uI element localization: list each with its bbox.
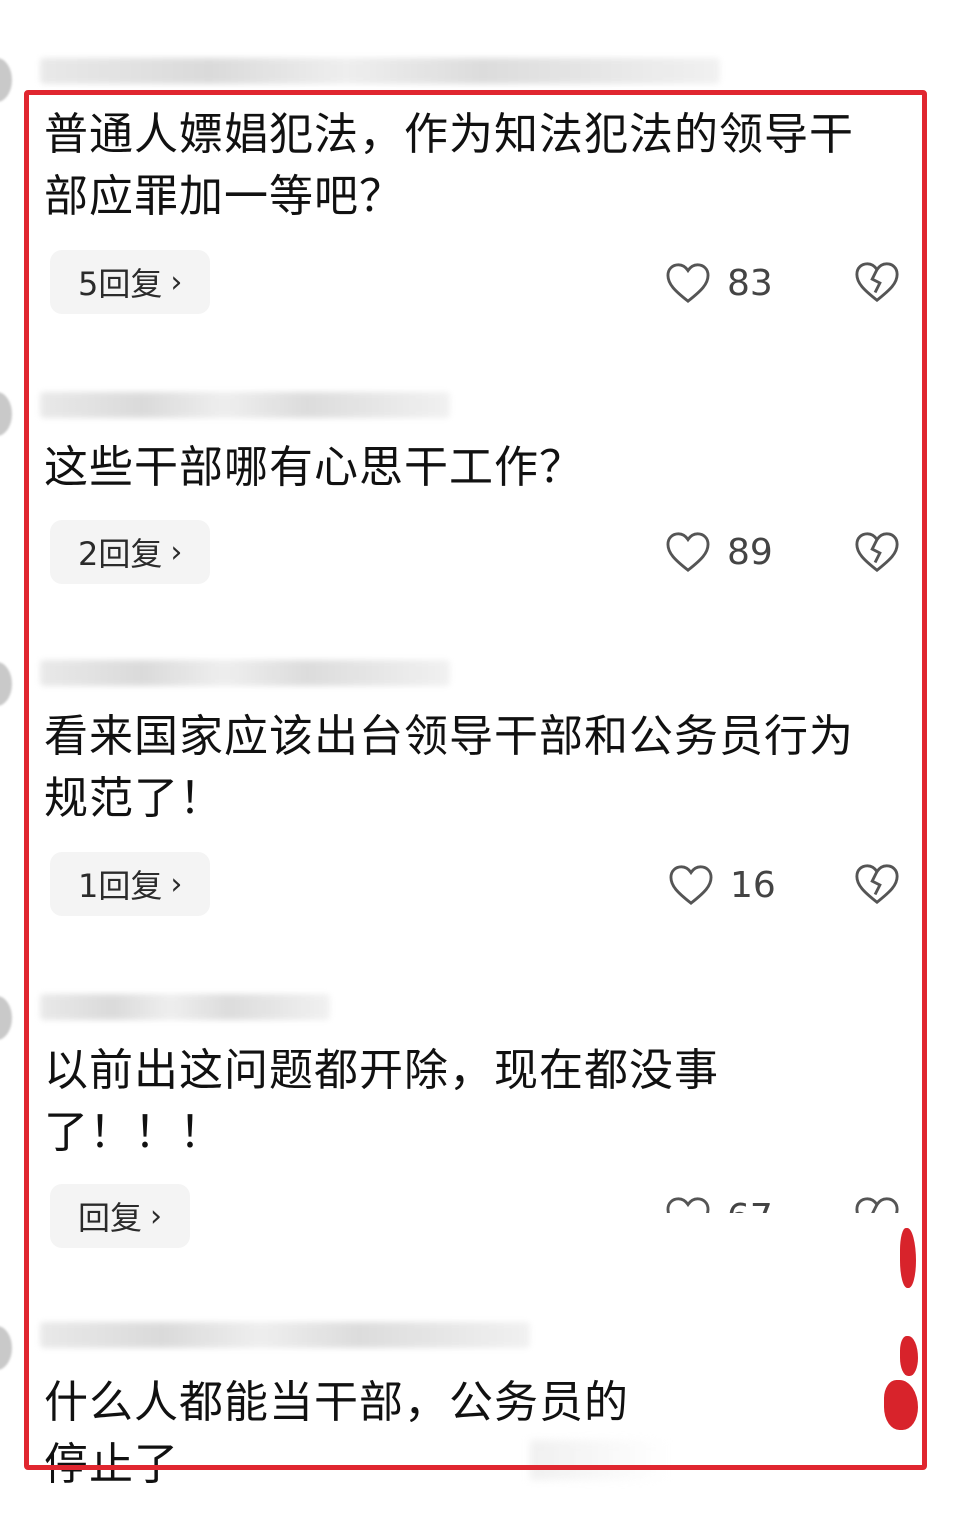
- reply-button[interactable]: 1回复 ›: [50, 852, 211, 916]
- heart-outline-icon: [666, 263, 710, 303]
- broken-heart-icon[interactable]: [854, 260, 900, 304]
- reply-count: 2回复: [78, 535, 163, 573]
- like-count: 89: [727, 531, 773, 573]
- comment-text: 看来国家应该出台领导干部和公务员行为 规范了！: [44, 711, 854, 824]
- like-count: 16: [730, 864, 776, 906]
- broken-heart-icon[interactable]: [854, 530, 900, 574]
- avatar[interactable]: [0, 996, 12, 1040]
- chevron-right-icon: ›: [170, 866, 183, 902]
- reply-count: 5回复: [78, 265, 163, 303]
- comment-text: 这些干部哪有心思干工作？: [44, 442, 584, 493]
- comment-text: 以前出这问题都开除，现在都没事 了！！！: [44, 1045, 719, 1158]
- avatar[interactable]: [0, 662, 12, 706]
- blurred-overlay: [530, 1440, 670, 1480]
- heart-outline-icon: [669, 865, 713, 905]
- like-count: 83: [727, 262, 773, 304]
- reply-count: 回复: [78, 1199, 143, 1237]
- comment-text: 普通人嫖娼犯法，作为知法犯法的领导干 部应罪加一等吧？: [44, 109, 854, 222]
- avatar[interactable]: [0, 392, 12, 436]
- like-button[interactable]: 83: [665, 258, 773, 308]
- heart-outline-icon: [666, 532, 710, 572]
- username-blurred[interactable]: [40, 392, 450, 418]
- red-mark: [900, 1336, 918, 1376]
- like-button[interactable]: 16: [668, 860, 776, 910]
- reply-button[interactable]: 2回复 ›: [50, 520, 211, 584]
- chevron-right-icon: ›: [170, 534, 183, 570]
- avatar[interactable]: [0, 1326, 12, 1370]
- reply-button[interactable]: 回复 ›: [50, 1184, 191, 1248]
- username-blurred[interactable]: [40, 660, 450, 686]
- username-blurred[interactable]: [40, 1322, 530, 1348]
- image-crop-gap: [640, 1213, 916, 1247]
- avatar[interactable]: [0, 58, 12, 102]
- username-blurred[interactable]: [40, 58, 720, 84]
- reply-button[interactable]: 5回复 ›: [50, 250, 211, 314]
- chevron-right-icon: ›: [150, 1198, 163, 1234]
- reply-count: 1回复: [78, 867, 163, 905]
- chevron-right-icon: ›: [170, 264, 183, 300]
- broken-heart-icon[interactable]: [854, 862, 900, 906]
- red-mark: [884, 1380, 918, 1430]
- username-blurred[interactable]: [40, 994, 330, 1020]
- like-button[interactable]: 89: [665, 527, 773, 577]
